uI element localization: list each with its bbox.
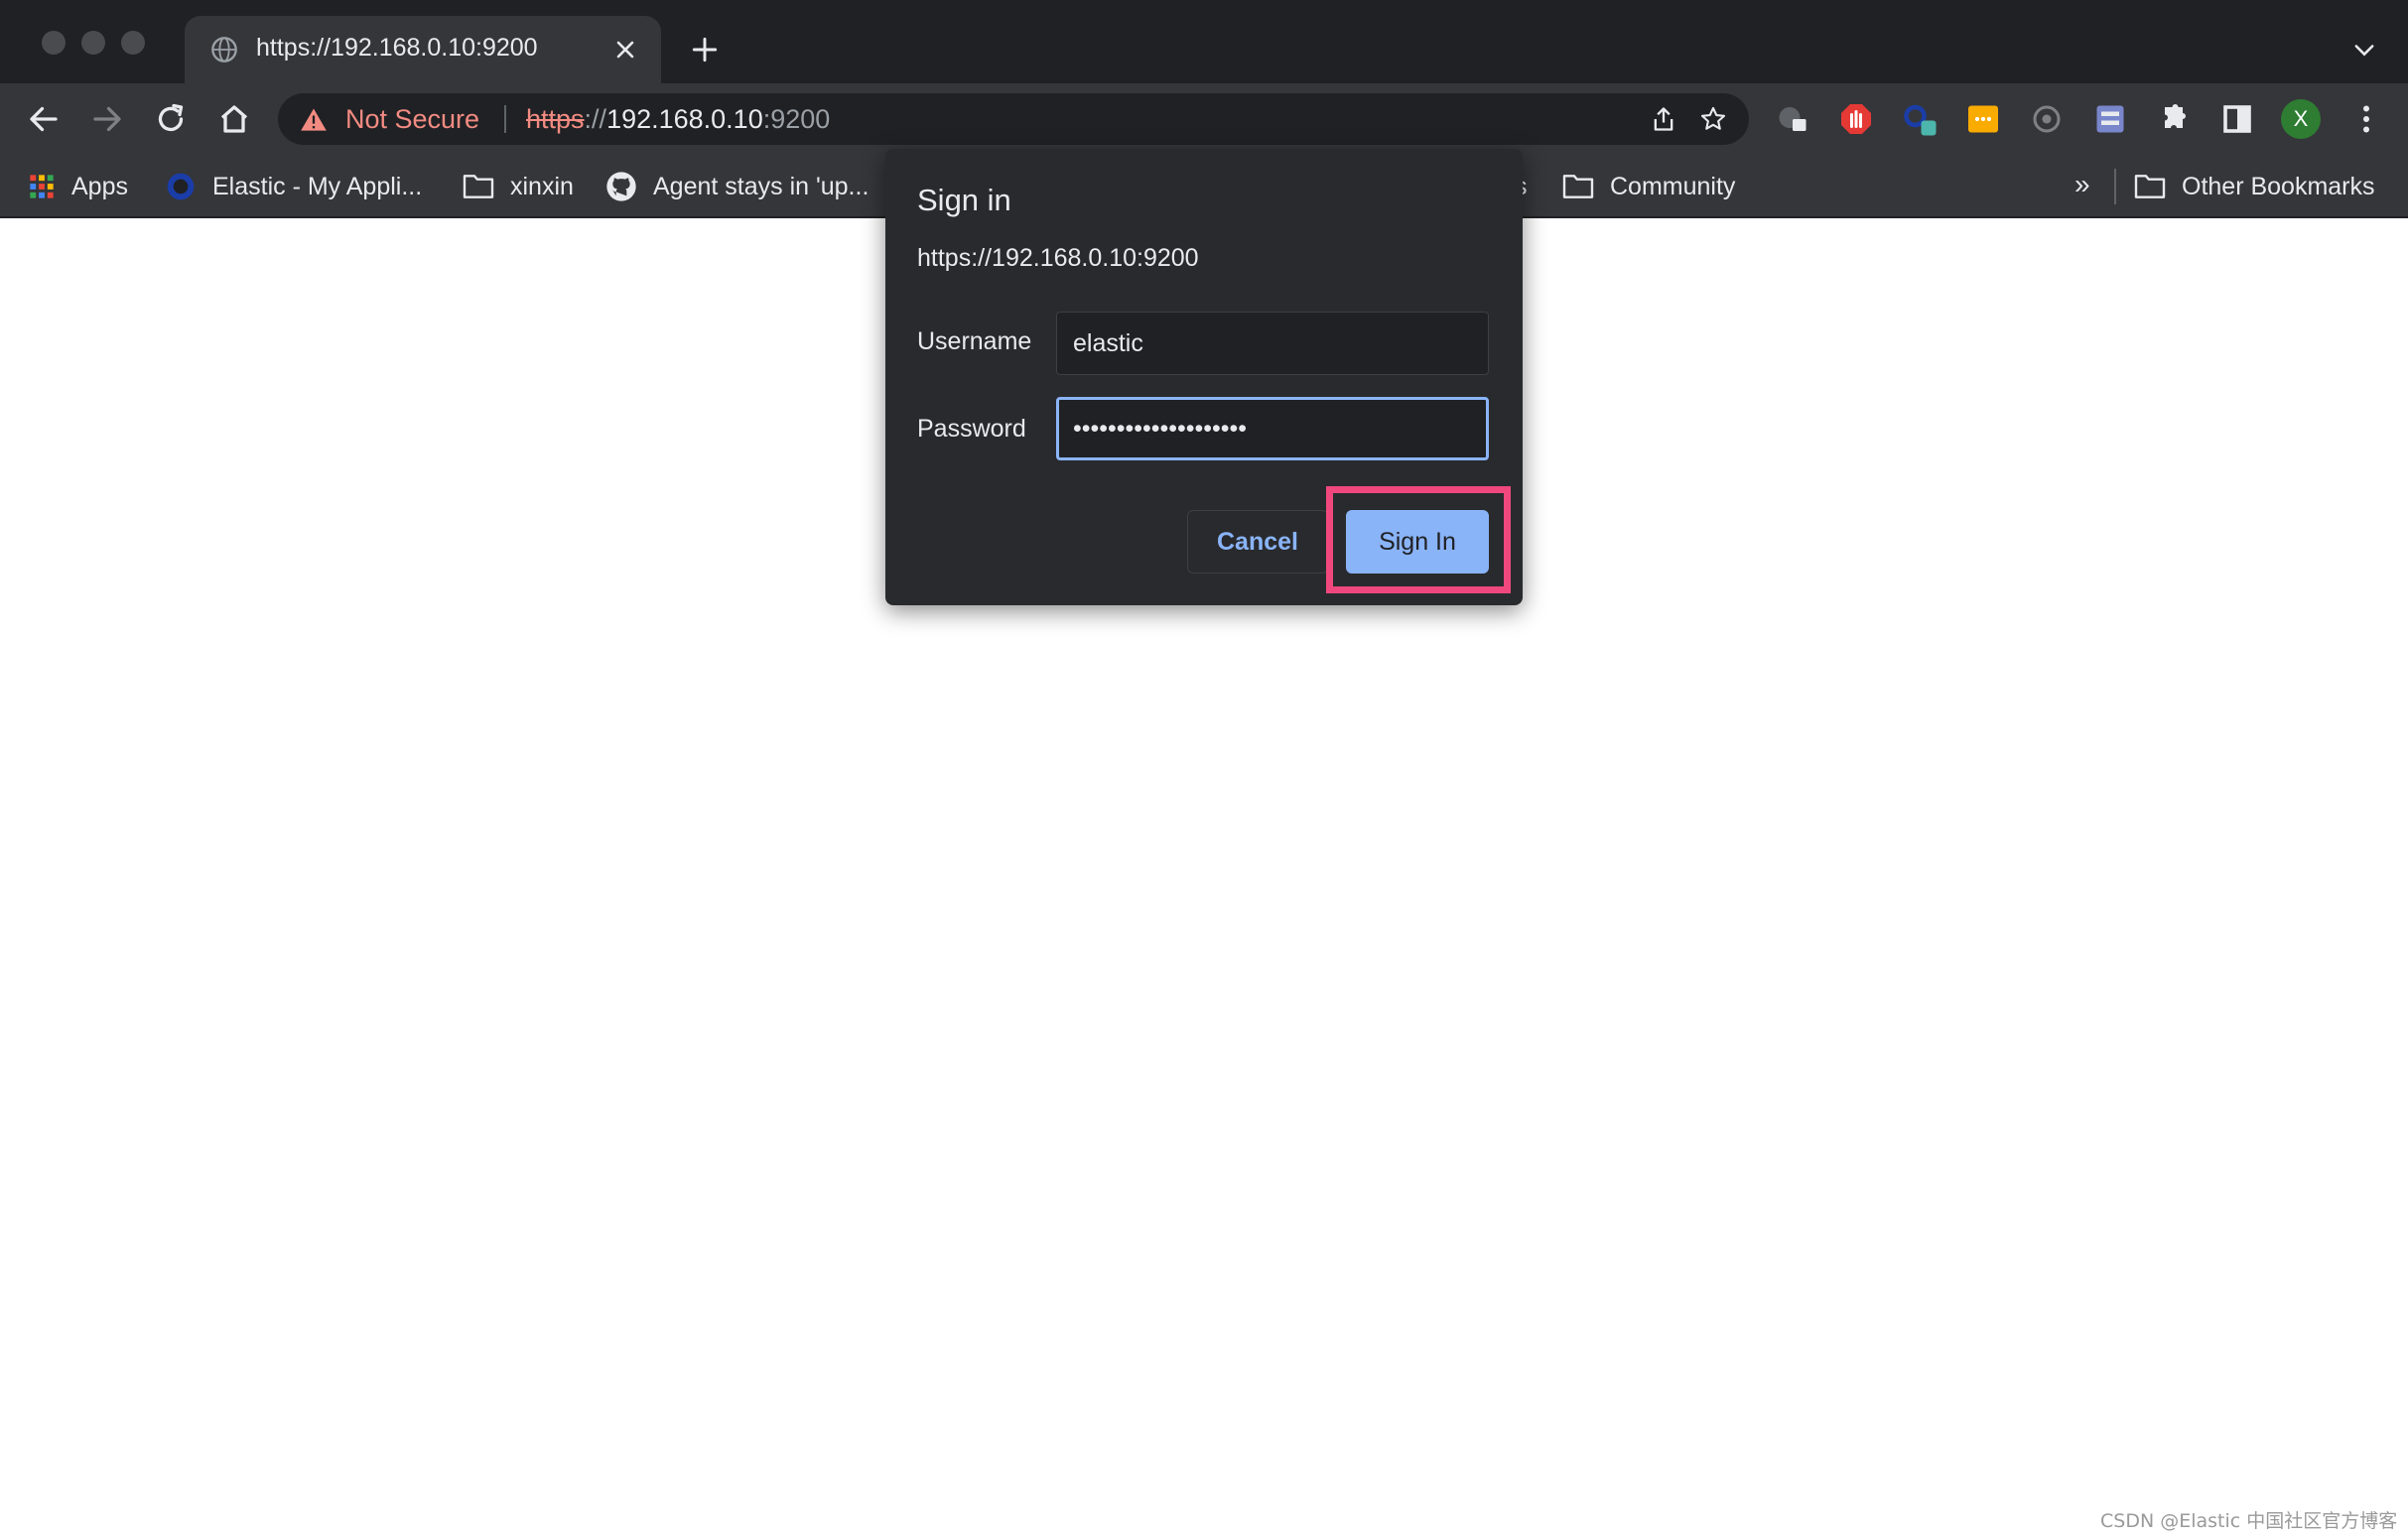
extension-notes-icon[interactable] [1965, 101, 2001, 137]
password-field[interactable]: •••••••••••••••••••• [1056, 397, 1489, 460]
password-label: Password [917, 415, 1026, 443]
folder-icon [1562, 175, 1594, 198]
bookmarks-overflow-button[interactable]: » [2074, 169, 2090, 200]
profile-avatar[interactable]: X [2281, 99, 2321, 139]
bookmark-label: Elastic - My Appli... [212, 172, 423, 200]
bookmark-label: Agent stays in 'up... [653, 172, 870, 200]
folder-icon [2134, 175, 2166, 198]
url-port: :9200 [762, 104, 831, 134]
extension-adblock-icon[interactable] [1838, 101, 1874, 137]
reload-icon[interactable] [153, 101, 189, 137]
window-zoom-dot[interactable] [121, 31, 145, 55]
bookmark-label: Community [1610, 172, 1736, 200]
bookmark-github[interactable]: Agent stays in 'up... [605, 167, 869, 206]
username-label: Username [917, 327, 1032, 355]
tab-strip: https://192.168.0.10:9200 [0, 0, 2408, 83]
extensions-puzzle-icon[interactable] [2156, 101, 2192, 137]
bookmark-folder-xinxin[interactable]: xinxin [463, 167, 574, 206]
bookmark-label: Other Bookmarks [2182, 172, 2375, 200]
side-panel-icon[interactable] [2219, 101, 2255, 137]
elastic-logo-icon [167, 173, 195, 200]
bookmarks-divider [2114, 169, 2116, 204]
apps-grid-icon [30, 175, 54, 198]
extension-circle-icon[interactable] [1902, 101, 1938, 137]
close-icon[interactable] [611, 36, 639, 64]
username-field[interactable]: elastic [1056, 312, 1489, 375]
sign-in-dialog: Sign in https://192.168.0.10:9200 Userna… [885, 149, 1523, 605]
home-icon[interactable] [216, 101, 252, 137]
url-host: 192.168.0.10 [606, 104, 763, 134]
sign-in-button[interactable]: Sign In [1346, 510, 1489, 574]
tab-title: https://192.168.0.10:9200 [256, 34, 538, 62]
more-menu-icon[interactable] [2348, 101, 2384, 137]
github-icon [606, 172, 636, 201]
back-icon[interactable] [26, 101, 62, 137]
bookmark-folder-community[interactable]: Community [1562, 167, 1735, 206]
security-status[interactable]: Not Secure [345, 104, 479, 135]
forward-icon[interactable] [89, 101, 125, 137]
window-close-dot[interactable] [42, 31, 66, 55]
watermark: CSDN @Elastic 中国社区官方博客 [2100, 1510, 2398, 1532]
warning-icon[interactable] [300, 106, 328, 132]
url-separator: :// [584, 104, 607, 134]
bookmark-apps[interactable]: Apps [28, 167, 128, 206]
url-text[interactable]: https://192.168.0.10:9200 [526, 104, 830, 135]
bookmark-elastic[interactable]: Elastic - My Appli... [165, 167, 422, 206]
bookmark-other-bookmarks[interactable]: Other Bookmarks [2134, 167, 2375, 206]
url-scheme: https [526, 104, 585, 134]
omnibox-divider [504, 105, 506, 133]
cancel-button[interactable]: Cancel [1187, 510, 1328, 574]
dialog-title: Sign in [917, 183, 1011, 217]
bookmark-label: xinxin [510, 172, 574, 200]
globe-icon [211, 37, 237, 63]
window-minimize-dot[interactable] [81, 31, 105, 55]
browser-window: https://192.168.0.10:9200 Not Secure htt… [0, 0, 2408, 1538]
folder-icon [463, 175, 494, 198]
extension-reader-icon[interactable] [2092, 101, 2128, 137]
share-icon[interactable] [1650, 105, 1677, 133]
bookmark-label: Apps [71, 172, 128, 200]
address-bar[interactable]: Not Secure https://192.168.0.10:9200 [278, 93, 1749, 145]
extension-sync-icon[interactable] [2029, 101, 2065, 137]
bookmark-star-icon[interactable] [1699, 105, 1727, 133]
chevron-down-icon[interactable] [2350, 36, 2378, 64]
toolbar: Not Secure https://192.168.0.10:9200 X [0, 83, 2408, 155]
tab-active[interactable]: https://192.168.0.10:9200 [185, 16, 661, 83]
extension-translate-icon[interactable] [1775, 101, 1810, 137]
new-tab-icon[interactable] [689, 34, 721, 65]
dialog-origin: https://192.168.0.10:9200 [917, 244, 1199, 272]
